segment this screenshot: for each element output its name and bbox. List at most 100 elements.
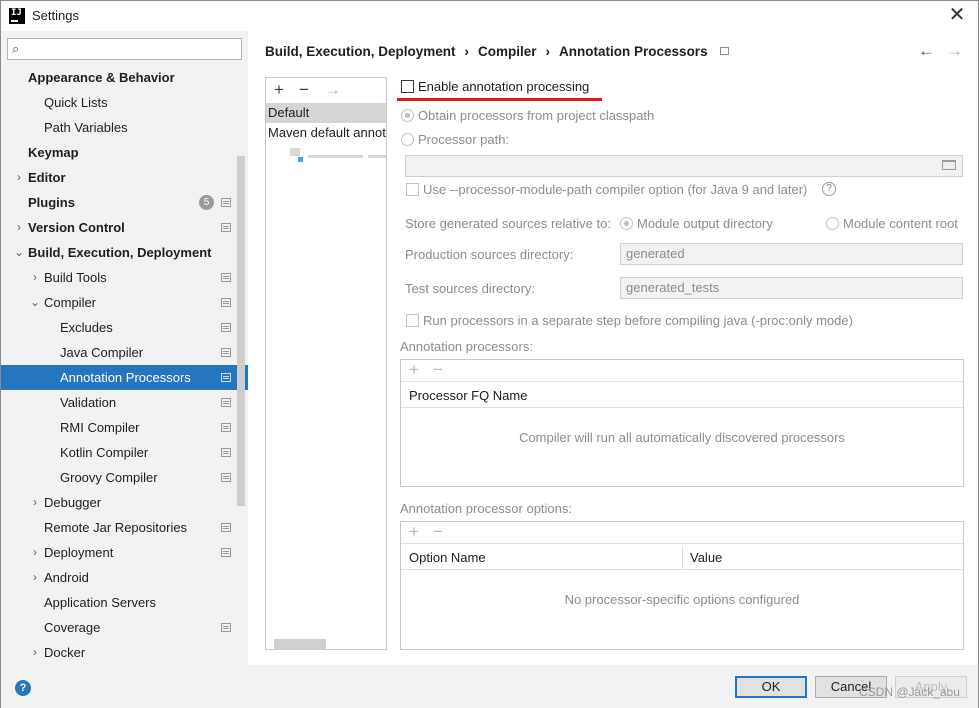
sidebar-item-groovy-compiler[interactable]: Groovy Compiler (1, 465, 248, 490)
test-dir-field[interactable]: generated_tests (620, 277, 963, 299)
value-header[interactable]: Value (690, 546, 722, 569)
sidebar-item-build-tools[interactable]: › Build Tools (1, 265, 248, 290)
sidebar-item-debugger[interactable]: › Debugger (1, 490, 248, 515)
search-input[interactable]: ⌕ (7, 38, 242, 60)
profile-list-scrollbar[interactable] (274, 639, 326, 649)
folder-browse-icon[interactable] (942, 160, 956, 170)
sidebar-item-docker[interactable]: › Docker (1, 640, 248, 665)
sidebar-item-validation[interactable]: Validation (1, 390, 248, 415)
processors-toolbar: + − (401, 360, 963, 382)
chevron-right-icon[interactable]: › (29, 265, 41, 290)
chevron-right-icon[interactable]: › (29, 640, 41, 665)
remove-profile-icon[interactable]: − (299, 80, 309, 100)
production-dir-field[interactable]: generated (620, 243, 963, 265)
processor-path-label[interactable]: Processor path: (418, 132, 509, 147)
profile-item-maven-default[interactable]: Maven default annot (266, 123, 386, 143)
chevron-down-icon[interactable]: ⌄ (29, 290, 41, 315)
enable-annotation-processing-checkbox[interactable] (401, 80, 414, 93)
obtain-from-classpath-label[interactable]: Obtain processors from project classpath (418, 108, 654, 123)
remove-processor-icon[interactable]: − (433, 360, 443, 380)
add-option-icon[interactable]: + (409, 522, 419, 542)
sidebar-item-android[interactable]: › Android (1, 565, 248, 590)
sidebar-item-label: Annotation Processors (60, 370, 191, 385)
sidebar-item-deployment[interactable]: › Deployment (1, 540, 248, 565)
dialog-button-bar: ? OK Cancel Apply (1, 665, 978, 708)
sidebar-item-label: Excludes (60, 320, 113, 335)
breadcrumb: Build, Execution, Deployment › Compiler › An… (265, 44, 729, 59)
chevron-right-icon[interactable]: › (13, 215, 25, 240)
breadcrumb-separator: › (464, 44, 470, 59)
breadcrumb-separator: › (545, 44, 551, 59)
close-icon[interactable]: ✕ (945, 4, 969, 28)
sidebar-item-coverage[interactable]: Coverage (1, 615, 248, 640)
profile-module-item-blurred[interactable] (288, 148, 386, 164)
use-module-path-checkbox[interactable] (406, 183, 419, 196)
sidebar-item-label: Build Tools (44, 270, 107, 285)
search-icon: ⌕ (12, 41, 20, 56)
processor-path-field[interactable] (405, 155, 963, 177)
annotation-processors-title: Annotation processors: (400, 339, 533, 354)
back-arrow-icon[interactable]: ← (918, 41, 935, 61)
chevron-right-icon[interactable]: › (29, 490, 41, 515)
sidebar-item-excludes[interactable]: Excludes (1, 315, 248, 340)
update-count-badge: 5 (199, 195, 214, 210)
project-scope-icon (719, 47, 729, 56)
sidebar-item-path-variables[interactable]: Path Variables (1, 115, 248, 140)
forward-arrow-icon[interactable]: → (946, 41, 963, 61)
sidebar-item-label: Android (44, 570, 89, 585)
breadcrumb-item[interactable]: Compiler (478, 44, 537, 59)
option-name-header[interactable]: Option Name (409, 546, 486, 569)
sidebar-item-label: Application Servers (44, 595, 156, 610)
sidebar-item-kotlin-compiler[interactable]: Kotlin Compiler (1, 440, 248, 465)
intellij-app-icon: IJ (9, 8, 25, 24)
processor-path-radio[interactable] (401, 133, 414, 146)
project-scope-icon (221, 323, 231, 332)
enable-annotation-processing-label[interactable]: Enable annotation processing (418, 79, 589, 94)
sidebar-item-java-compiler[interactable]: Java Compiler (1, 340, 248, 365)
move-profile-icon[interactable]: → (324, 80, 341, 100)
module-output-radio[interactable] (620, 217, 633, 230)
module-content-root-radio[interactable] (826, 217, 839, 230)
processors-empty-text: Compiler will run all automatically disc… (519, 430, 845, 445)
processor-profile-list: + − → Default Maven default annot (265, 77, 387, 650)
use-module-path-label[interactable]: Use --processor-module-path compiler opt… (423, 182, 807, 197)
module-content-root-label[interactable]: Module content root (843, 216, 958, 231)
sidebar-item-compiler[interactable]: ⌄ Compiler (1, 290, 248, 315)
sidebar-item-rmi-compiler[interactable]: RMI Compiler (1, 415, 248, 440)
chevron-right-icon[interactable]: › (13, 165, 25, 190)
sidebar-item-quick-lists[interactable]: Quick Lists (1, 90, 248, 115)
store-generated-label: Store generated sources relative to: (405, 216, 611, 231)
breadcrumb-item[interactable]: Build, Execution, Deployment (265, 44, 456, 59)
sidebar-item-editor[interactable]: › Editor (1, 165, 248, 190)
sidebar-item-label: Build, Execution, Deployment (28, 245, 212, 260)
help-icon[interactable]: ? (15, 680, 31, 696)
chevron-down-icon[interactable]: ⌄ (13, 240, 25, 265)
sidebar-item-label: Keymap (28, 145, 79, 160)
sidebar-item-remote-jar-repositories[interactable]: Remote Jar Repositories (1, 515, 248, 540)
run-separate-step-label[interactable]: Run processors in a separate step before… (423, 313, 853, 328)
sidebar-item-application-servers[interactable]: Application Servers (1, 590, 248, 615)
chevron-right-icon[interactable]: › (29, 565, 41, 590)
sidebar-item-label: Appearance & Behavior (28, 70, 175, 85)
processor-options-table: + − Option Name Value No processor-speci… (400, 521, 964, 650)
profile-item-default[interactable]: Default (266, 103, 386, 123)
sidebar-scrollbar[interactable] (237, 156, 245, 506)
ok-button[interactable]: OK (735, 676, 807, 698)
add-profile-icon[interactable]: + (274, 80, 284, 100)
processor-fq-name-header[interactable]: Processor FQ Name (401, 384, 963, 408)
sidebar-item-keymap[interactable]: Keymap (1, 140, 248, 165)
module-output-label[interactable]: Module output directory (637, 216, 773, 231)
add-processor-icon[interactable]: + (409, 360, 419, 380)
run-separate-step-checkbox[interactable] (406, 314, 419, 327)
project-scope-icon (221, 548, 231, 557)
sidebar-item-build-execution-deployment[interactable]: ⌄ Build, Execution, Deployment (1, 240, 248, 265)
chevron-right-icon[interactable]: › (29, 540, 41, 565)
sidebar-item-version-control[interactable]: › Version Control (1, 215, 248, 240)
sidebar-item-annotation-processors[interactable]: Annotation Processors (1, 365, 248, 390)
help-icon[interactable]: ? (822, 182, 836, 196)
sidebar-item-label: Validation (60, 395, 117, 410)
sidebar-item-appearance-behavior[interactable]: Appearance & Behavior (1, 65, 248, 90)
remove-option-icon[interactable]: − (433, 522, 443, 542)
obtain-from-classpath-radio[interactable] (401, 109, 414, 122)
sidebar-item-plugins[interactable]: Plugins 5 (1, 190, 248, 215)
